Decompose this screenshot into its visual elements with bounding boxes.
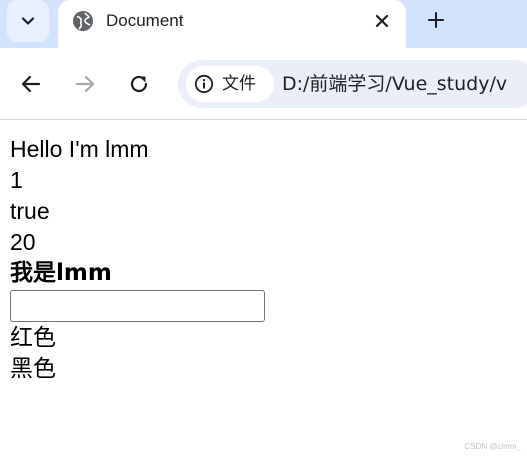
boolean-text: true	[10, 198, 50, 224]
tab-search-button[interactable]	[7, 0, 49, 42]
color-item-black: 黑色	[10, 356, 56, 382]
site-info-chip[interactable]: 文件	[186, 66, 274, 102]
arrow-left-icon[interactable]	[19, 72, 43, 96]
site-info-label: 文件	[222, 74, 256, 94]
address-bar[interactable]: 文件 D:/前端学习/Vue_study/v	[178, 60, 527, 108]
color-item-red: 红色	[10, 325, 56, 351]
info-icon	[194, 74, 214, 94]
tab-strip: Document	[0, 0, 527, 48]
watermark: CSDN @clmm_	[464, 442, 521, 451]
close-icon[interactable]	[372, 11, 392, 31]
greeting-text: Hello I'm lmm	[10, 136, 149, 162]
reload-icon[interactable]	[127, 72, 151, 96]
plus-icon[interactable]	[424, 8, 448, 32]
chevron-down-icon	[21, 17, 35, 25]
arrow-right-icon[interactable]	[73, 72, 97, 96]
globe-icon	[73, 11, 93, 31]
text-input[interactable]	[10, 290, 265, 322]
navigation-toolbar: 文件 D:/前端学习/Vue_study/v	[0, 48, 527, 120]
bold-html-text: 我是lmm	[10, 260, 112, 286]
active-tab[interactable]: Document	[58, 0, 406, 48]
age-text: 20	[10, 229, 36, 255]
tab-title: Document	[106, 11, 184, 30]
page-content: Hello I'm lmm 1 true 20 我是lmm 红色 黑色	[10, 134, 510, 385]
number-text: 1	[10, 167, 23, 193]
url-text[interactable]: D:/前端学习/Vue_study/v	[282, 73, 507, 95]
